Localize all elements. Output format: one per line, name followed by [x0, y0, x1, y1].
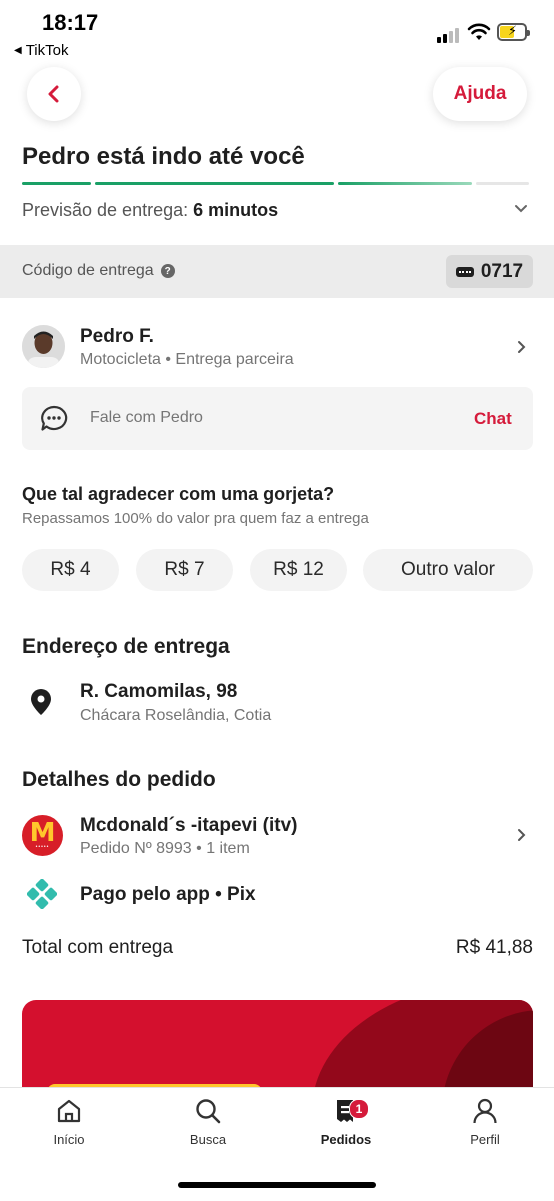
- nav-item-search[interactable]: Busca: [163, 1097, 253, 1147]
- code-pin-icon: [455, 266, 474, 277]
- home-indicator[interactable]: [178, 1182, 376, 1188]
- search-icon: [196, 1099, 221, 1124]
- progress-segment: [22, 182, 91, 185]
- profile-icon: [473, 1098, 497, 1124]
- tip-option-other[interactable]: Outro valor: [363, 549, 533, 591]
- nav-label: Início: [53, 1132, 85, 1147]
- tip-option-7[interactable]: R$ 7: [136, 549, 233, 591]
- nav-label: Perfil: [470, 1132, 500, 1147]
- eta-value: 6 minutos: [193, 200, 279, 220]
- chevron-right-icon[interactable]: [512, 338, 530, 356]
- pix-icon: [27, 879, 57, 909]
- delivery-code-label-row[interactable]: Código de entrega ?: [22, 262, 175, 280]
- progress-segment: [338, 182, 472, 185]
- courier-avatar: [22, 325, 65, 368]
- courier-vehicle: Motocicleta • Entrega parceira: [80, 351, 294, 368]
- nav-item-orders[interactable]: Pedidos: [301, 1097, 391, 1147]
- chevron-left-icon: [48, 85, 59, 103]
- progress-segment: [476, 182, 529, 185]
- tip-subtitle: Repassamos 100% do valor pra quem faz a …: [22, 510, 369, 527]
- delivery-code-label: Código de entrega: [22, 262, 154, 279]
- payment-method: Pago pelo app • Pix: [80, 884, 256, 905]
- total-label: Total com entrega: [22, 937, 174, 958]
- nav-label: Busca: [189, 1132, 227, 1147]
- back-button[interactable]: [27, 67, 81, 121]
- courier-name[interactable]: Pedro F.: [80, 326, 154, 348]
- promo-banner[interactable]: [22, 1000, 533, 1100]
- store-name[interactable]: Mcdonald´s -itapevi (itv): [80, 815, 297, 837]
- battery-icon: ⚡: [497, 23, 530, 41]
- nav-item-home[interactable]: Início: [24, 1097, 114, 1147]
- address-street: R. Camomilas, 98: [80, 681, 238, 702]
- nav-label: Pedidos: [320, 1132, 372, 1147]
- address-area: Chácara Roselândia, Cotia: [80, 707, 272, 724]
- orders-count-badge: 1: [349, 1099, 369, 1119]
- tip-option-12[interactable]: R$ 12: [250, 549, 347, 591]
- mcdonalds-logo-icon: M •••••: [22, 815, 63, 856]
- address-section-title: Endereço de entrega: [22, 635, 230, 658]
- wifi-icon: [467, 23, 491, 40]
- chat-link[interactable]: Chat: [474, 409, 512, 429]
- tip-title: Que tal agradecer com uma gorjeta?: [22, 484, 335, 504]
- chevron-right-icon[interactable]: [512, 826, 530, 844]
- eta-row[interactable]: Previsão de entrega: 6 minutos: [22, 200, 278, 221]
- status-time: 18:17: [42, 10, 99, 35]
- help-button[interactable]: Ajuda: [433, 67, 527, 121]
- delivery-progress-bar: [22, 182, 529, 185]
- chat-bubble-icon: [41, 405, 68, 431]
- back-to-app-link[interactable]: ◀ TikTok: [14, 42, 68, 59]
- back-triangle-icon: ◀: [14, 45, 22, 56]
- help-question-icon[interactable]: ?: [160, 264, 175, 278]
- cellular-signal-icon: [437, 28, 459, 43]
- chat-placeholder: Fale com Pedro: [90, 409, 203, 426]
- tip-option-4[interactable]: R$ 4: [22, 549, 119, 591]
- total-value: R$ 41,88: [455, 937, 533, 958]
- order-info: Pedido Nº 8993 • 1 item: [80, 840, 250, 857]
- home-icon: [57, 1099, 81, 1123]
- eta-label: Previsão de entrega:: [22, 200, 189, 220]
- delivery-code-badge: 0717: [446, 255, 533, 288]
- page-title: Pedro está indo até você: [22, 143, 305, 170]
- chevron-down-icon[interactable]: [512, 199, 530, 217]
- order-section-title: Detalhes do pedido: [22, 768, 216, 791]
- back-app-label: TikTok: [25, 42, 69, 59]
- location-pin-icon: [31, 689, 51, 715]
- nav-item-profile[interactable]: Perfil: [440, 1097, 530, 1147]
- progress-segment: [95, 182, 334, 185]
- delivery-code-value: 0717: [480, 260, 524, 282]
